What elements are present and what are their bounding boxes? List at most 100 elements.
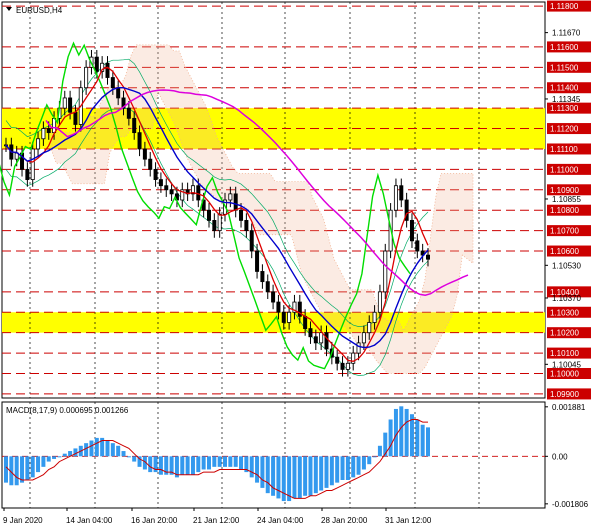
macd-histogram-bar — [239, 456, 244, 470]
candle-body[interactable] — [228, 193, 233, 201]
candle-body[interactable] — [25, 168, 30, 180]
candle-body[interactable] — [271, 291, 276, 303]
candle-body[interactable] — [126, 107, 131, 119]
macd-histogram-bar — [372, 456, 377, 458]
macd-histogram-bar — [297, 456, 302, 499]
candle-body[interactable] — [84, 66, 89, 89]
candle-body[interactable] — [324, 332, 329, 350]
macd-histogram-bar — [20, 456, 25, 483]
candle-body[interactable] — [62, 97, 67, 109]
price-level-label: 1.10800 — [550, 206, 579, 215]
candle-body[interactable] — [367, 322, 372, 334]
candle-body[interactable] — [356, 342, 361, 354]
macd-histogram-bar — [228, 456, 233, 467]
candle-body[interactable] — [260, 271, 265, 283]
candle-body[interactable] — [393, 185, 398, 211]
macd-histogram-bar — [190, 456, 195, 475]
macd-histogram-bar — [46, 456, 51, 462]
macd-histogram-bar — [287, 456, 292, 502]
price-tick-label: 1.10855 — [552, 195, 581, 204]
candle-body[interactable] — [372, 311, 377, 323]
price-level-label: 1.11000 — [550, 165, 579, 174]
candle-body[interactable] — [377, 291, 382, 313]
candle-body[interactable] — [36, 138, 41, 150]
price-level-label: 1.11300 — [550, 104, 579, 113]
price-level-label: 1.09900 — [550, 390, 579, 399]
price-tick-label: 1.10530 — [552, 261, 581, 270]
macd-histogram-bar — [329, 456, 334, 486]
candle-body[interactable] — [206, 209, 211, 221]
macd-histogram-bar — [116, 445, 121, 457]
price-level-label: 1.11500 — [550, 63, 579, 72]
candle-body[interactable] — [73, 111, 78, 125]
candle-body[interactable] — [137, 132, 142, 150]
candle-body[interactable] — [281, 311, 286, 323]
candle-body[interactable] — [212, 220, 217, 232]
candle-body[interactable] — [308, 328, 313, 338]
candle-body[interactable] — [265, 281, 270, 293]
candle-body[interactable] — [335, 356, 340, 364]
candle-body[interactable] — [383, 250, 388, 293]
candle-body[interactable] — [217, 213, 222, 232]
candle-body[interactable] — [340, 362, 345, 370]
candle-body[interactable] — [158, 179, 163, 187]
candle-body[interactable] — [415, 240, 420, 252]
candle-body[interactable] — [409, 220, 414, 242]
macd-scale-label: -0.001806 — [552, 500, 589, 509]
macd-histogram-bar — [361, 456, 366, 470]
time-axis-label: 16 Jan 20:00 — [131, 516, 178, 525]
macd-histogram-bar — [94, 437, 99, 457]
candle-body[interactable] — [249, 230, 254, 252]
candle-body[interactable] — [132, 117, 137, 134]
price-level-label: 1.10900 — [550, 186, 579, 195]
macd-histogram-bar — [351, 456, 356, 478]
candle-body[interactable] — [164, 185, 169, 191]
candle-body[interactable] — [41, 128, 46, 140]
candle-body[interactable] — [68, 97, 73, 113]
macd-histogram-bar — [84, 443, 89, 457]
candle-body[interactable] — [425, 254, 430, 260]
candle-body[interactable] — [116, 87, 121, 99]
candle-body[interactable] — [110, 77, 115, 89]
candle-body[interactable] — [233, 193, 238, 211]
candle-body[interactable] — [313, 336, 318, 344]
price-tick-label: 1.10370 — [552, 294, 581, 303]
candle-body[interactable] — [153, 168, 158, 180]
macd-histogram-bar — [30, 456, 35, 478]
macd-histogram-bar — [14, 456, 19, 486]
candle-body[interactable] — [244, 220, 249, 232]
macd-histogram-bar — [52, 456, 57, 459]
candle-body[interactable] — [303, 315, 308, 329]
candle-body[interactable] — [361, 332, 366, 344]
candle-body[interactable] — [94, 56, 99, 72]
price-level-label: 1.11600 — [550, 43, 579, 52]
candle-body[interactable] — [319, 332, 324, 344]
macd-histogram-bar — [420, 424, 425, 457]
candle-body[interactable] — [142, 148, 147, 160]
trading-chart[interactable]: 1.11800 1.11670 1.11600 1.11500 1.11400 1.113… — [0, 0, 593, 529]
price-level-label: 1.10600 — [550, 247, 579, 256]
candle-body[interactable] — [46, 128, 51, 134]
candle-body[interactable] — [239, 209, 244, 221]
macd-histogram-bar — [319, 456, 324, 491]
macd-histogram-bar — [388, 419, 393, 457]
candle-body[interactable] — [196, 185, 201, 201]
macd-histogram-bar — [345, 456, 350, 480]
macd-histogram-bar — [148, 456, 153, 473]
macd-histogram-bar — [223, 456, 228, 467]
candle-body[interactable] — [345, 362, 350, 370]
candle-body[interactable] — [399, 185, 404, 201]
candle-body[interactable] — [148, 158, 153, 170]
macd-histogram-bar — [185, 456, 190, 475]
macd-histogram-bar — [415, 419, 420, 457]
candle-body[interactable] — [276, 301, 281, 313]
candle-body[interactable] — [105, 62, 110, 78]
macd-histogram-bar — [404, 408, 409, 457]
candle-body[interactable] — [287, 311, 292, 323]
macd-histogram-bar — [62, 453, 67, 457]
candle-body[interactable] — [169, 189, 174, 195]
macd-histogram-bar — [57, 456, 62, 458]
macd-histogram-bar — [271, 456, 276, 496]
candle-body[interactable] — [255, 250, 260, 272]
candle-body[interactable] — [30, 148, 35, 180]
